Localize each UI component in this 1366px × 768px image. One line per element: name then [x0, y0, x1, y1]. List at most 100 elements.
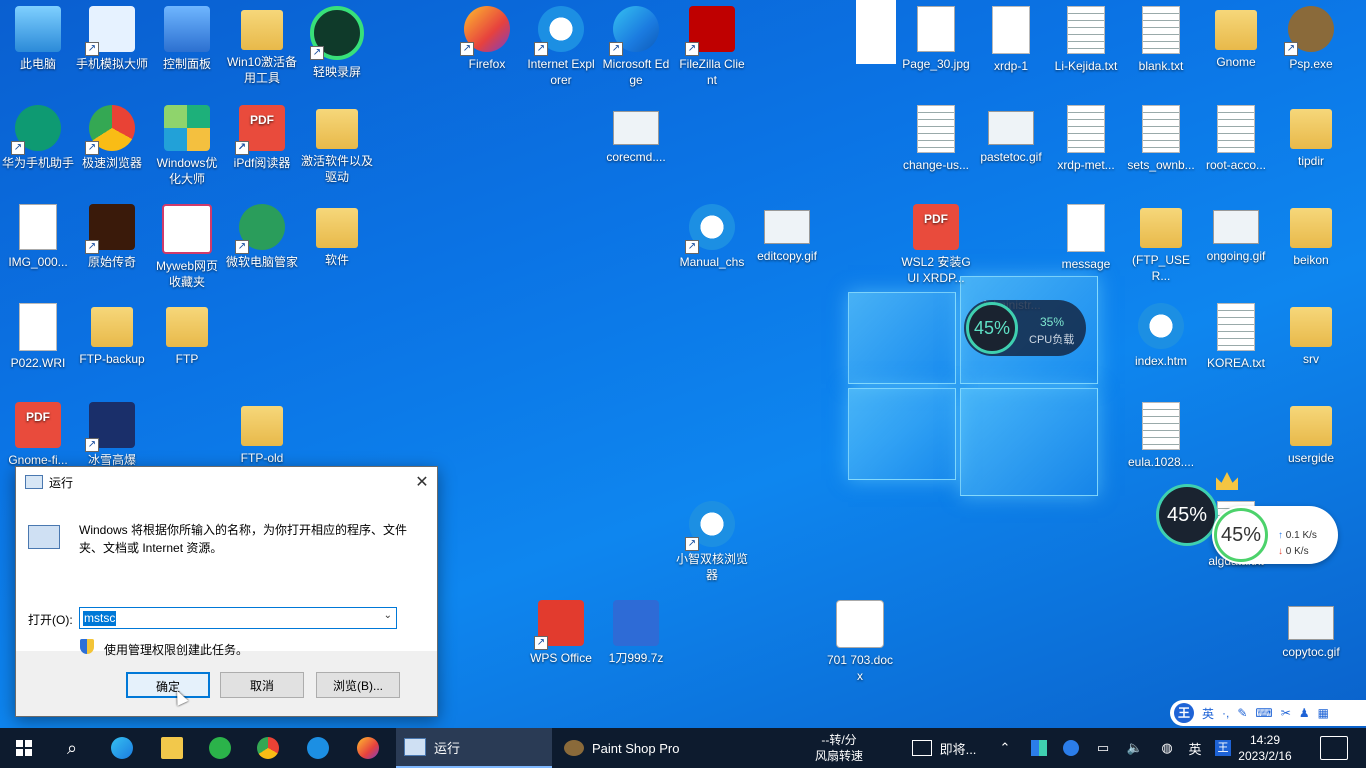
news-widget[interactable]: 即将... [904, 728, 984, 768]
browser-e-icon[interactable] [198, 728, 242, 768]
clock[interactable]: 14:29 2023/2/16 [1230, 732, 1300, 764]
desktop-icon[interactable]: Win10激活备用工具 [224, 0, 300, 86]
desktop-icon[interactable]: 微软电脑管家 [224, 198, 300, 270]
pen-icon[interactable]: ✎ [1237, 706, 1247, 720]
desktop-icon[interactable]: xrdp-1 [973, 0, 1049, 74]
volume-icon[interactable]: 🔈 [1124, 728, 1146, 768]
chevron-down-icon[interactable]: ⌄ [384, 610, 392, 621]
desktop-icon-label: Win10激活备用工具 [226, 55, 297, 85]
chevron-up-icon[interactable]: ⌃ [994, 728, 1016, 768]
file-explorer-icon[interactable] [150, 728, 194, 768]
desktop-icon[interactable]: tipdir [1273, 99, 1349, 169]
desktop-icon[interactable]: srv [1273, 297, 1349, 367]
desktop-icon[interactable]: KOREA.txt [1198, 297, 1274, 371]
desktop-icon[interactable]: Myweb网页收藏夹 [149, 198, 225, 290]
task-paint-shop-pro[interactable]: Paint Shop Pro [556, 728, 712, 768]
desktop-icon[interactable]: 原始传奇 [74, 198, 150, 270]
desktop-icon[interactable]: 手机模拟大师 [74, 0, 150, 72]
desktop-icon[interactable]: 轻映录屏 [299, 0, 375, 80]
desktop-icon[interactable]: FTP-backup [74, 297, 150, 367]
memory-ring-widget[interactable]: 45% [1156, 484, 1218, 546]
clock-date: 2023/2/16 [1238, 749, 1292, 763]
desktop-icon[interactable]: change-us... [898, 99, 974, 173]
ime-language[interactable]: 英 [1184, 728, 1206, 768]
ie-icon [534, 6, 584, 56]
desktop-icon[interactable]: FTP [149, 297, 225, 367]
desktop-icon[interactable]: FTP-old [224, 396, 300, 466]
desktop-icon[interactable]: 华为手机助手 [0, 99, 76, 171]
edge-icon[interactable] [100, 728, 144, 768]
ok-button[interactable]: 确定 [126, 672, 210, 698]
fan-speed-widget[interactable]: --转/分 风扇转速 [804, 732, 874, 764]
desktop-icon[interactable]: message [1048, 198, 1124, 272]
desktop-icon[interactable]: Windows优化大师 [149, 99, 225, 187]
desktop-icon[interactable]: usergide [1273, 396, 1349, 466]
app-grid-icon[interactable] [1028, 728, 1050, 768]
desktop-icon[interactable]: PDF Gnome-fi... [0, 396, 76, 468]
desktop-icon[interactable]: Manual_chs [674, 198, 750, 270]
desktop-icon[interactable]: WPS Office [523, 594, 599, 666]
desktop-icon[interactable]: eula.1028.... [1123, 396, 1199, 470]
desktop-icon[interactable]: root-acco... [1198, 99, 1274, 173]
firefox-icon[interactable] [346, 728, 390, 768]
desktop-icon[interactable]: index.htm [1123, 297, 1199, 369]
scissors-icon[interactable]: ✂ [1281, 706, 1291, 720]
task-run[interactable]: 运行 [396, 728, 552, 768]
ime-mode[interactable]: 英 [1202, 705, 1214, 722]
run-command-input[interactable]: mstsc ⌄ [79, 607, 397, 629]
desktop-icon[interactable]: 软件 [299, 198, 375, 268]
run-titlebar[interactable]: 运行 ✕ [16, 467, 437, 497]
ime-toolbar[interactable]: 王 英 ·, ✎ ⌨ ✂ ♟ ▦ [1170, 700, 1366, 726]
keyboard-icon[interactable]: ⌨ [1255, 706, 1272, 720]
desktop-icon[interactable]: pastetoc.gif [973, 99, 1049, 165]
desktop-icon[interactable]: 701 703.docx [822, 594, 898, 684]
desktop-icon[interactable]: 控制面板 [149, 0, 225, 72]
desktop-icon[interactable]: editcopy.gif [749, 198, 825, 264]
desktop-icon[interactable]: PDFiPdf阅读器 [224, 99, 300, 171]
lightning-icon[interactable] [1060, 728, 1082, 768]
run-dialog: 运行 ✕ Windows 将根据你所输入的名称，为你打开相应的程序、文件夹、文档… [15, 466, 438, 717]
desktop-icon[interactable]: 激活软件以及驱动 [299, 99, 375, 185]
start-button[interactable] [0, 728, 48, 768]
desktop-icon[interactable]: xrdp-met... [1048, 99, 1124, 173]
desktop-icon[interactable]: 极速浏览器 [74, 99, 150, 171]
desktop-icon-label: 此电脑 [19, 57, 56, 71]
ie-icon[interactable] [296, 728, 340, 768]
desktop-icon[interactable]: corecmd.... [598, 99, 674, 165]
desktop-icon[interactable]: Gnome [1198, 0, 1274, 70]
browse-button[interactable]: 浏览(B)... [316, 672, 400, 698]
desktop-icon[interactable]: sets_ownb... [1123, 99, 1199, 173]
desktop-icon[interactable]: 小智双核浏览器 [674, 495, 750, 583]
cpu-load-widget[interactable]: 45% 35% CPU负载 [964, 300, 1086, 356]
search-icon[interactable]: ⌕ [52, 728, 92, 768]
desktop-icon[interactable]: IMG_000... [0, 198, 76, 270]
globe-icon[interactable]: ◍ [1156, 728, 1178, 768]
desktop-icon[interactable]: P022.WRI [0, 297, 76, 371]
chrome-icon[interactable] [246, 728, 290, 768]
desktop-icon[interactable]: copytoc.gif [1273, 594, 1349, 660]
desktop-icon[interactable]: 冰雪高爆 [74, 396, 150, 468]
notification-icon[interactable] [1320, 736, 1348, 760]
desktop-icon[interactable]: Psp.exe [1273, 0, 1349, 72]
close-icon[interactable]: ✕ [407, 472, 437, 492]
grid-icon[interactable]: ▦ [1318, 706, 1329, 720]
desktop-icon[interactable]: (FTP_USER... [1123, 198, 1199, 284]
desktop-icon[interactable]: Microsoft Edge [598, 0, 674, 88]
desktop-icon[interactable]: Page_30.jpg [898, 0, 974, 72]
cancel-button[interactable]: 取消 [220, 672, 304, 698]
desktop-icon[interactable]: beikon [1273, 198, 1349, 268]
network-speed-widget[interactable]: 45% ↑ 0.1 K/s ↓ 0 K/s [1212, 506, 1338, 564]
desktop-icon[interactable]: 1刀999.7z [598, 594, 674, 666]
desktop-icon[interactable]: ongoing.gif [1198, 198, 1274, 264]
desktop-icon[interactable]: FileZilla Client [674, 0, 750, 88]
desktop-icon[interactable]: Li-Kejida.txt [1048, 0, 1124, 74]
battery-icon[interactable]: ▭ [1092, 728, 1114, 768]
desktop-icon[interactable]: 此电脑 [0, 0, 76, 72]
desktop-icon[interactable]: blank.txt [1123, 0, 1199, 74]
ime-logo-icon[interactable]: 王 [1174, 703, 1194, 723]
shirt-icon[interactable]: ♟ [1299, 706, 1310, 720]
punctuation-icon[interactable]: ·, [1222, 706, 1229, 720]
desktop-icon[interactable]: Internet Explorer [523, 0, 599, 88]
desktop-icon[interactable]: Firefox [449, 0, 525, 72]
desktop-icon[interactable]: PDF WSL2 安装GUI XRDP... [898, 198, 974, 286]
